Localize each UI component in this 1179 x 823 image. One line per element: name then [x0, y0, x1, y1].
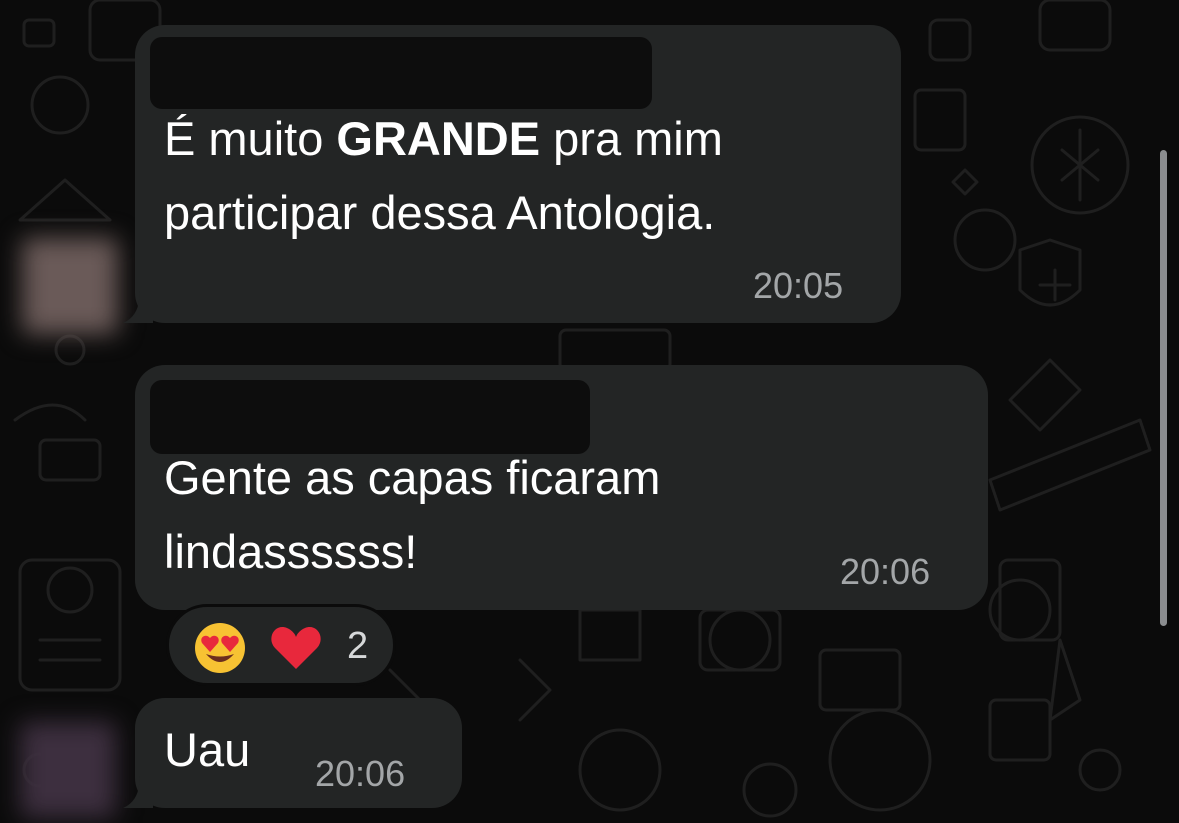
bubble-tail: [123, 776, 153, 808]
message-text: Uau: [164, 723, 251, 776]
message-text-part: É muito: [164, 112, 337, 165]
redacted-sender-name: [150, 37, 652, 109]
sender-avatar[interactable]: [22, 238, 118, 334]
scrollbar[interactable]: [1160, 150, 1167, 626]
message-text-line2: lindassssss!: [164, 525, 418, 578]
bubble-tail: [123, 291, 153, 323]
message-timestamp: 20:05: [753, 265, 844, 306]
message-bubble[interactable]: Gente as capas ficaram lindassssss! 20:0…: [135, 365, 988, 610]
sender-avatar[interactable]: [20, 722, 116, 818]
message-text-part: pra mim: [540, 112, 723, 165]
reaction-count: 2: [347, 625, 369, 667]
reactions-pill[interactable]: 2: [166, 604, 396, 686]
message-text-line2: participar dessa Antologia.: [164, 186, 716, 239]
message-bubble[interactable]: É muito GRANDE pra mim participar dessa …: [135, 25, 901, 323]
heart-eyes-emoji-icon: [195, 623, 245, 673]
message-timestamp: 20:06: [840, 551, 931, 592]
message-text: É muito GRANDE pra mim: [164, 103, 723, 175]
message-timestamp: 20:06: [315, 753, 406, 794]
red-heart-emoji-icon: [271, 627, 321, 669]
message-text-bold: GRANDE: [336, 112, 541, 165]
message-text: Gente as capas ficaram: [164, 451, 661, 504]
message-bubble[interactable]: Uau 20:06: [135, 698, 462, 808]
